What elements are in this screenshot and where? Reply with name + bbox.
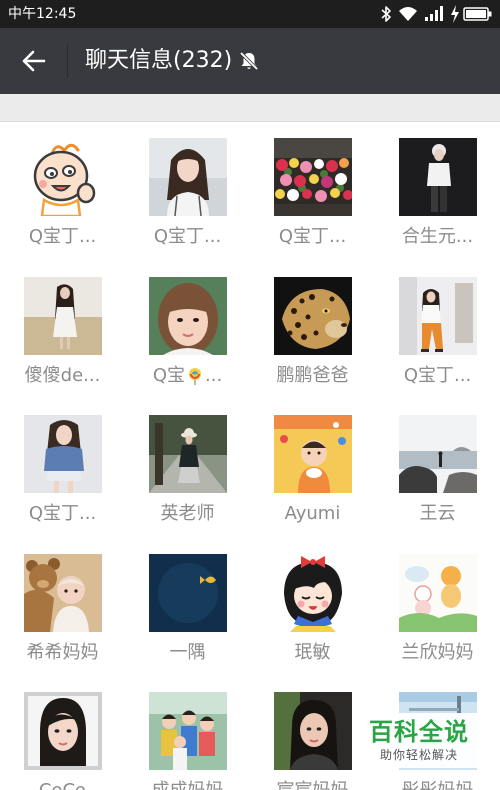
member-cell[interactable]: Q宝 ... [125, 276, 250, 415]
charging-icon [451, 5, 459, 23]
member-cell[interactable]: CoCo [0, 692, 125, 790]
member-name: Q宝 ... [125, 365, 250, 387]
status-time: 中午12:45 [8, 6, 77, 22]
member-name: Ayumi [284, 503, 341, 524]
member-avatar[interactable] [273, 415, 352, 493]
member-cell[interactable]: 英老师 [125, 415, 250, 553]
member-avatar[interactable] [398, 553, 477, 632]
member-name: Q宝丁... [278, 226, 347, 247]
member-cell[interactable]: 兰欣妈妈 [375, 553, 500, 692]
member-cell[interactable]: 傻傻de... [0, 276, 125, 415]
member-avatar[interactable] [148, 138, 227, 216]
watermark-title: 百科全说 [369, 718, 469, 746]
member-name-text: Q宝 [152, 364, 185, 386]
lollipop-icon [189, 367, 201, 385]
watermark-logo: 百科全说 助你轻松解决 [355, 713, 483, 768]
member-avatar[interactable] [23, 138, 102, 216]
title-bar: 聊天信息(232) [0, 28, 500, 94]
member-name: 兰欣妈妈 [401, 641, 474, 663]
member-name: 彤彤妈妈 [375, 780, 500, 790]
member-cell[interactable]: Q宝丁... [0, 415, 125, 553]
member-name: Q宝丁... [28, 503, 97, 524]
member-name: 王云 [419, 503, 456, 524]
member-name: CoCo [0, 780, 125, 790]
mute-bell-icon [239, 51, 259, 71]
member-cell[interactable]: 成成妈妈 [125, 692, 250, 790]
member-avatar[interactable] [23, 692, 102, 770]
member-avatar[interactable] [273, 276, 352, 355]
member-avatar[interactable] [398, 415, 477, 493]
page-title: 聊天信息(232) [85, 48, 233, 73]
member-name: 合生元... [401, 226, 474, 247]
member-cell[interactable]: 王云 [375, 415, 500, 553]
member-name: 希希妈妈 [26, 641, 99, 663]
member-avatar[interactable] [23, 415, 102, 493]
member-name: 宸宸妈妈 [250, 780, 375, 790]
battery-icon [463, 7, 492, 21]
member-avatar[interactable] [148, 276, 227, 355]
member-name: Q宝丁... [153, 226, 222, 247]
member-avatar[interactable] [398, 276, 477, 355]
wifi-icon [399, 7, 417, 21]
status-bar: 中午12:45 [0, 0, 500, 28]
member-cell[interactable]: 珉敏 [250, 553, 375, 692]
member-name-suffix: ... [205, 364, 223, 386]
member-cell[interactable]: Q宝丁... [250, 138, 375, 276]
member-avatar[interactable] [148, 553, 227, 632]
member-avatar[interactable] [273, 553, 352, 632]
member-cell[interactable]: Q宝丁... [375, 276, 500, 415]
member-avatar[interactable] [23, 553, 102, 632]
back-arrow-icon [22, 50, 46, 72]
watermark-tagline: 助你轻松解决 [379, 748, 458, 762]
member-name: 傻傻de... [24, 364, 101, 386]
member-cell[interactable]: 合生元... [375, 138, 500, 276]
member-cell[interactable]: 希希妈妈 [0, 553, 125, 692]
member-avatar[interactable] [148, 692, 227, 770]
signal-icon [425, 6, 443, 21]
member-name: 鹏鹏爸爸 [276, 364, 349, 386]
member-name: 成成妈妈 [125, 780, 250, 790]
member-name: 英老师 [160, 503, 215, 524]
member-cell[interactable]: Q宝丁... [0, 138, 125, 276]
member-avatar[interactable] [273, 138, 352, 216]
member-cell[interactable]: Q宝丁... [125, 138, 250, 276]
title-divider [67, 44, 68, 78]
member-name: 一隅 [169, 641, 206, 663]
member-cell[interactable]: 一隅 [125, 553, 250, 692]
back-button[interactable] [18, 45, 50, 77]
member-cell[interactable]: 鹏鹏爸爸 [250, 276, 375, 415]
member-grid: Q宝丁... Q宝丁... Q宝丁... 合生元... 傻傻de... Q宝 .… [0, 122, 500, 790]
member-name: 珉敏 [294, 641, 331, 663]
page-title-group: 聊天信息(232) [85, 44, 260, 78]
member-avatar[interactable] [398, 138, 477, 216]
member-cell[interactable]: Ayumi [250, 415, 375, 553]
section-gap [0, 94, 500, 122]
member-name: Q宝丁... [403, 364, 472, 386]
member-avatar[interactable] [148, 415, 227, 493]
member-name: Q宝丁... [28, 226, 97, 247]
member-avatar[interactable] [273, 692, 352, 770]
member-avatar[interactable] [23, 276, 102, 355]
bluetooth-icon [381, 6, 391, 22]
